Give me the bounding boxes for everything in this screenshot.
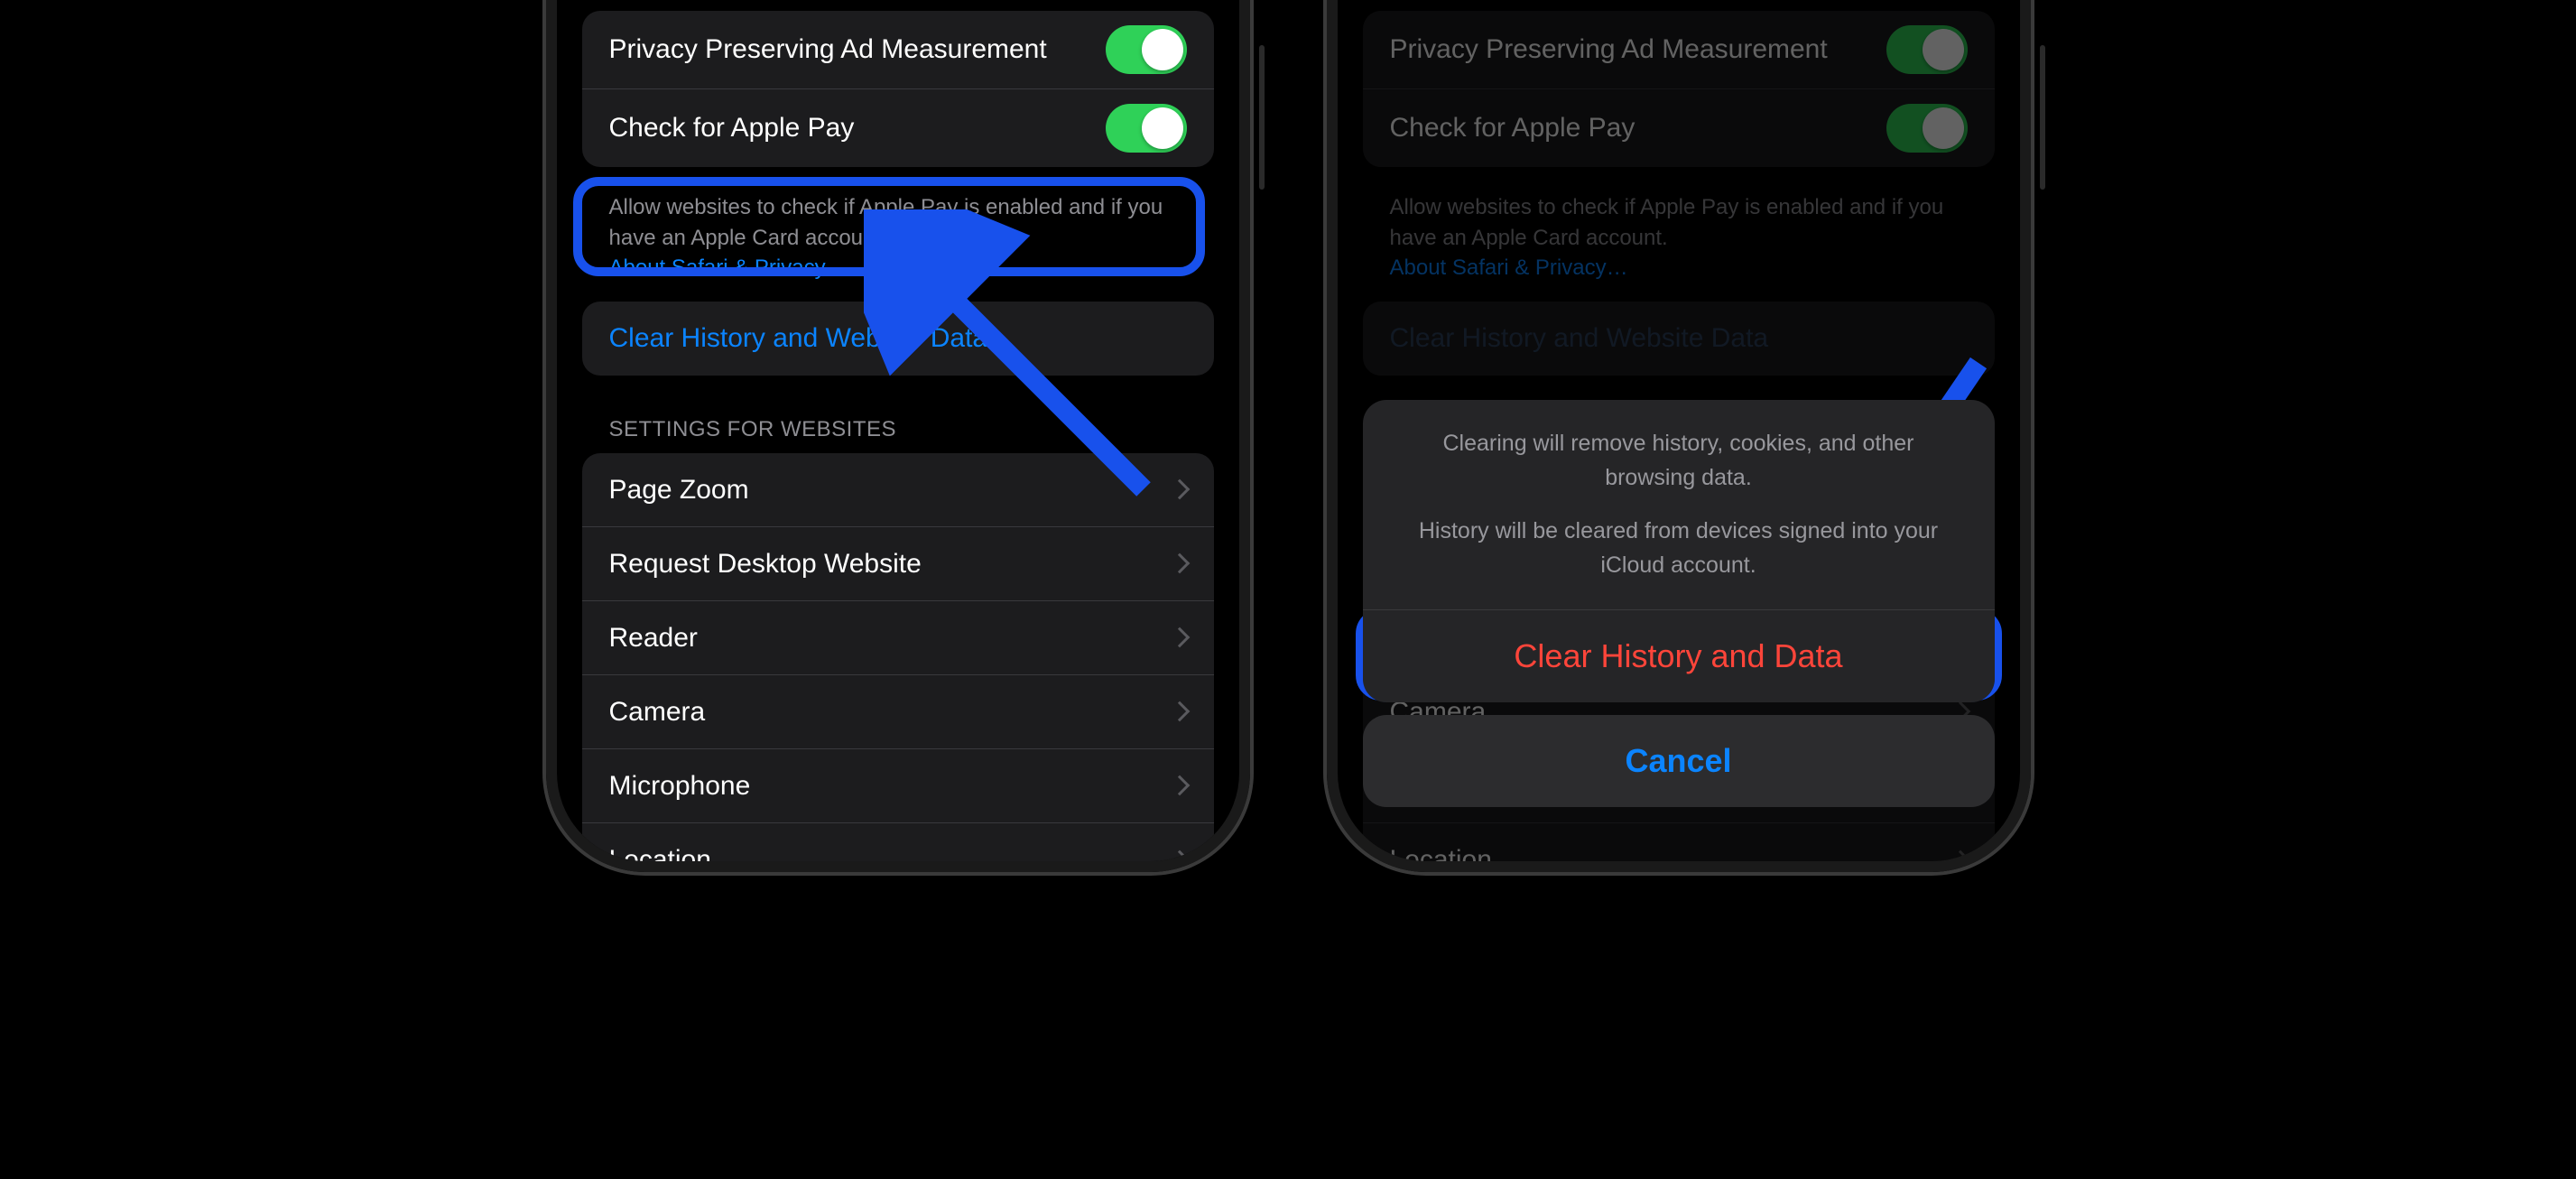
chevron-right-icon — [1169, 553, 1190, 574]
toggle-icon[interactable] — [1886, 104, 1968, 153]
row-label: Check for Apple Pay — [609, 111, 1106, 145]
chevron-right-icon — [1169, 775, 1190, 796]
row-apple-pay[interactable]: Check for Apple Pay — [582, 89, 1214, 167]
phone-left: Privacy Preserving Ad Measurement Check … — [546, 0, 1250, 872]
about-safari-link[interactable]: About Safari & Privacy… — [1390, 255, 1628, 280]
clear-history-and-data-button[interactable]: Clear History and Data — [1363, 609, 1995, 702]
sheet-message: Clearing will remove history, cookies, a… — [1363, 400, 1995, 609]
cancel-button[interactable]: Cancel — [1363, 715, 1995, 807]
row-privacy-ad[interactable]: Privacy Preserving Ad Measurement — [582, 11, 1214, 89]
row-reader[interactable]: Reader — [582, 601, 1214, 675]
settings-group: Page Zoom Request Desktop Website Reader… — [582, 453, 1214, 861]
row-location[interactable]: Location — [582, 823, 1214, 861]
chevron-right-icon — [1169, 849, 1190, 861]
settings-header: SETTINGS FOR WEBSITES — [582, 390, 1214, 453]
phone-right: Privacy Preserving Ad Measurement Check … — [1327, 0, 2031, 872]
toggle-icon[interactable] — [1106, 25, 1187, 74]
apple-pay-footer: Allow websites to check if Apple Pay is … — [1363, 181, 1995, 302]
row-page-zoom[interactable]: Page Zoom — [582, 453, 1214, 527]
clear-history-row[interactable]: Clear History and Website Data — [1363, 302, 1995, 376]
privacy-group: Privacy Preserving Ad Measurement Check … — [582, 11, 1214, 167]
row-location[interactable]: Location — [1363, 823, 1995, 861]
row-label: Privacy Preserving Ad Measurement — [609, 32, 1106, 67]
toggle-icon[interactable] — [1886, 25, 1968, 74]
clear-history-label: Clear History and Website Data — [1390, 321, 1968, 356]
row-privacy-ad[interactable]: Privacy Preserving Ad Measurement — [1363, 11, 1995, 89]
row-camera[interactable]: Camera — [582, 675, 1214, 749]
apple-pay-footer: Allow websites to check if Apple Pay is … — [582, 181, 1214, 302]
chevron-right-icon — [1169, 627, 1190, 648]
row-label: Privacy Preserving Ad Measurement — [1390, 32, 1886, 67]
clear-history-label: Clear History and Website Data — [609, 321, 1187, 356]
toggle-icon[interactable] — [1106, 104, 1187, 153]
row-apple-pay[interactable]: Check for Apple Pay — [1363, 89, 1995, 167]
chevron-right-icon — [1950, 849, 1970, 861]
row-microphone[interactable]: Microphone — [582, 749, 1214, 823]
action-sheet: Clearing will remove history, cookies, a… — [1363, 400, 1995, 807]
chevron-right-icon — [1169, 479, 1190, 500]
privacy-group: Privacy Preserving Ad Measurement Check … — [1363, 11, 1995, 167]
about-safari-link[interactable]: About Safari & Privacy… — [609, 255, 848, 280]
row-request-desktop[interactable]: Request Desktop Website — [582, 527, 1214, 601]
row-label: Check for Apple Pay — [1390, 111, 1886, 145]
chevron-right-icon — [1169, 701, 1190, 722]
clear-history-row[interactable]: Clear History and Website Data — [582, 302, 1214, 376]
